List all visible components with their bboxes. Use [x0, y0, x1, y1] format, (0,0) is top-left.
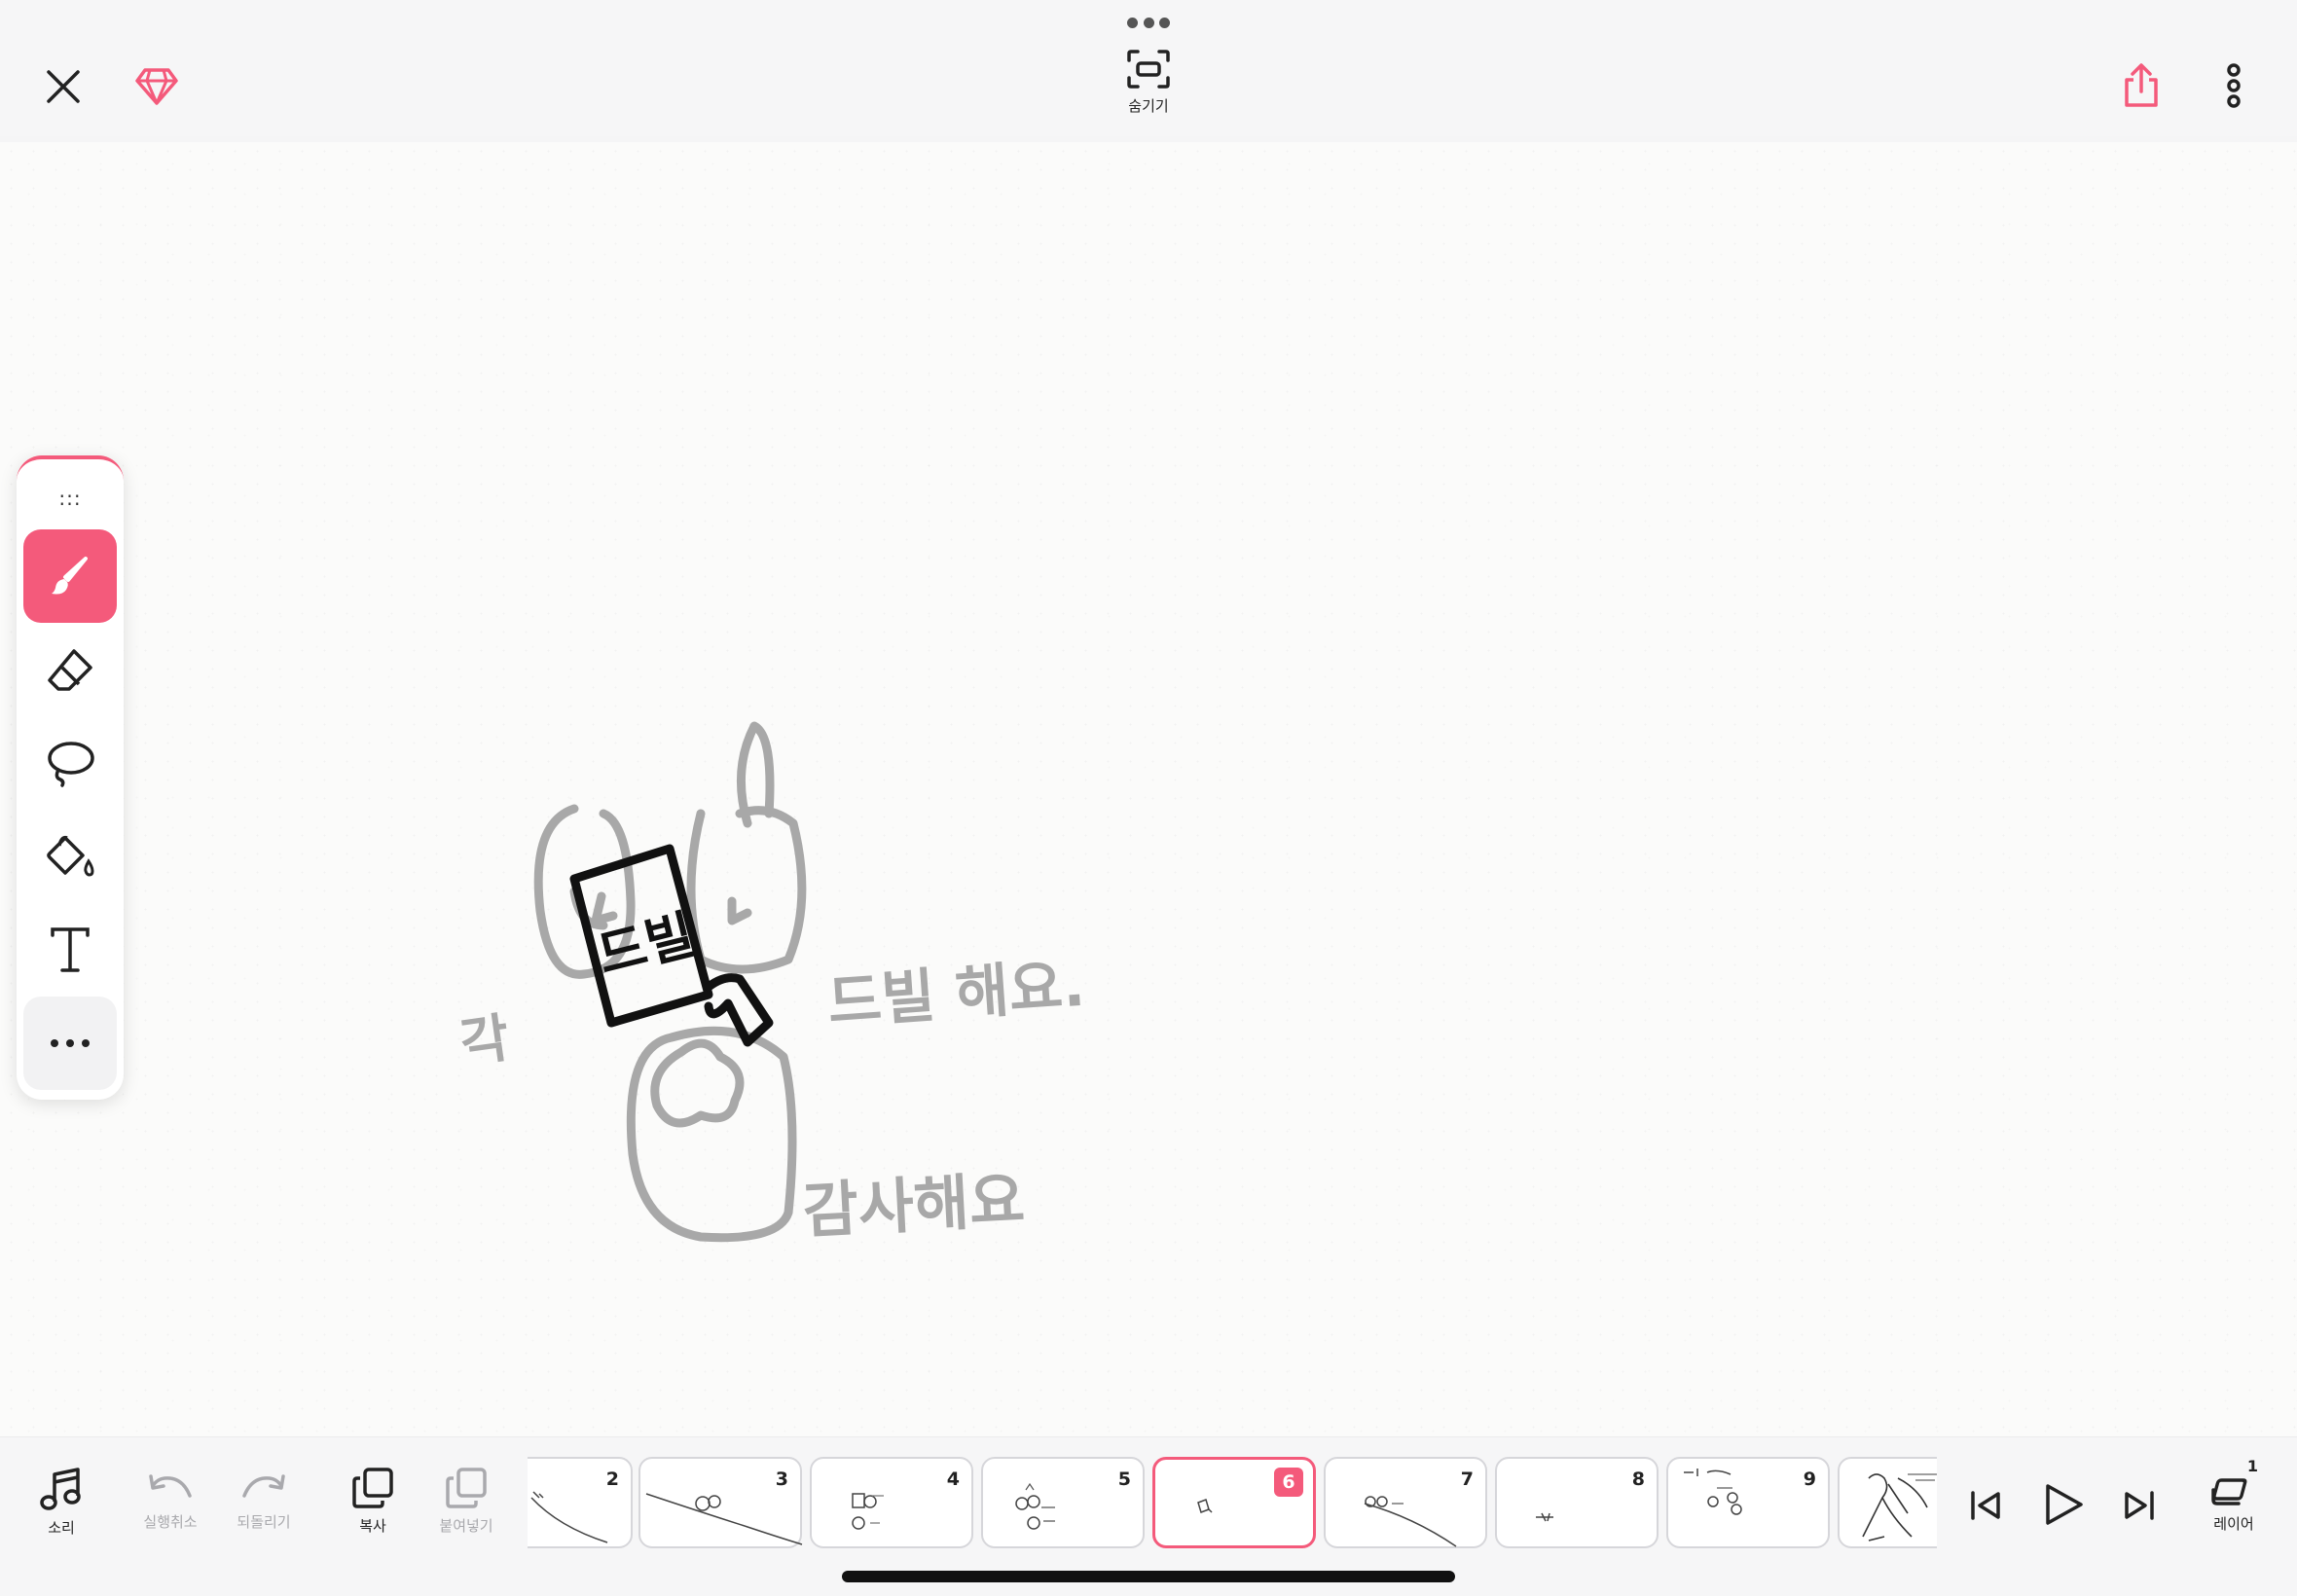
frame-thumbnail[interactable]: 3 [638, 1457, 803, 1548]
onion-skin-drawing [533, 721, 807, 1243]
first-frame-button[interactable] [1964, 1480, 2007, 1531]
play-button[interactable] [2036, 1472, 2091, 1537]
hide-ui-label: 숨기기 [1128, 97, 1169, 115]
drawing-canvas[interactable]: 각 드빌 해요. 감사해요 드빌 [0, 142, 2297, 1436]
more-options-button[interactable] [2209, 58, 2258, 113]
text-icon [51, 927, 90, 972]
svg-text:감사해요: 감사해요 [801, 1164, 1027, 1247]
home-indicator [842, 1571, 1455, 1582]
flipaclip-app: 숨기기 각 드빌 해요. 감사해요 드빌::: 소리 실행취소 되돌리기 복사… [0, 0, 2297, 1596]
brush-icon [52, 557, 88, 595]
undo-label: 실행취소 [143, 1513, 198, 1531]
top-bar: 숨기기 [0, 0, 2297, 136]
lasso-icon [48, 742, 94, 787]
vertical-dots-icon [2227, 63, 2241, 108]
lasso-tool-button[interactable] [23, 716, 117, 810]
frame-thumbnail[interactable]: 8 [1495, 1457, 1659, 1548]
share-icon [2125, 63, 2158, 107]
paint-bucket-icon [47, 835, 94, 877]
frame-thumbnail[interactable]: 5 [981, 1457, 1145, 1548]
copy-icon [352, 1468, 393, 1508]
layers-icon-wrap: 1 [2209, 1457, 2258, 1507]
frame-thumbnail[interactable]: 9 [1666, 1457, 1830, 1548]
copy-frame-button[interactable]: 복사 [329, 1467, 417, 1544]
frame-thumbnail[interactable]: 4 [810, 1457, 973, 1548]
frame-number: 6 [1274, 1468, 1303, 1497]
frame-number: 3 [775, 1469, 788, 1490]
frame-thumbnail[interactable]: 7 [1324, 1457, 1487, 1548]
fill-tool-button[interactable] [23, 810, 117, 903]
frame-number: 7 [1460, 1469, 1474, 1490]
hide-ui-button[interactable]: 숨기기 [1100, 49, 1197, 127]
frame-number: 5 [1117, 1469, 1131, 1490]
redo-icon [242, 1474, 285, 1498]
redo-label: 되돌리기 [237, 1513, 291, 1531]
share-button[interactable] [2116, 58, 2167, 113]
horizontal-dots-icon [51, 1039, 90, 1047]
layers-button[interactable]: 1 레이어 [2190, 1457, 2278, 1541]
text-tool-button[interactable] [23, 903, 117, 997]
music-note-icon [40, 1468, 81, 1510]
frame-thumbnail[interactable]: 2 [528, 1457, 633, 1548]
canvas-drawing: 각 드빌 해요. 감사해요 드빌 [456, 721, 1087, 1247]
paste-label: 붙여넣기 [439, 1517, 493, 1535]
close-button[interactable] [39, 62, 88, 111]
frame-number: 4 [946, 1469, 960, 1490]
redo-button[interactable]: 되돌리기 [220, 1467, 308, 1544]
sound-button[interactable]: 소리 [18, 1467, 105, 1544]
sound-label: 소리 [48, 1519, 75, 1537]
copy-label: 복사 [359, 1517, 386, 1535]
frame-strip[interactable]: 2 3 4 5 6 7 8 9 [528, 1457, 1937, 1554]
frame-number: 9 [1803, 1469, 1816, 1490]
undo-icon [149, 1474, 192, 1498]
paste-icon [446, 1468, 487, 1508]
close-icon [47, 70, 80, 103]
window-drag-handle[interactable] [1127, 16, 1170, 29]
layers-label: 레이어 [2213, 1515, 2254, 1533]
last-frame-button[interactable] [2118, 1480, 2161, 1531]
onion-skin-text: 각 드빌 해요. 감사해요 [456, 952, 1087, 1247]
frame-thumbnail-sketch [1862, 1473, 1937, 1542]
tool-panel-drag-handle[interactable]: ::: [54, 489, 87, 508]
eraser-icon [48, 649, 92, 691]
frame-number: 8 [1631, 1469, 1645, 1490]
paste-frame-button[interactable]: 붙여넣기 [422, 1467, 510, 1544]
svg-text:드빌 해요.: 드빌 해요. [825, 952, 1087, 1037]
skip-forward-icon [2125, 1491, 2154, 1520]
frame-thumbnail-current[interactable]: 6 [1152, 1457, 1316, 1548]
fullscreen-icon [1127, 50, 1170, 89]
eraser-tool-button[interactable] [23, 623, 117, 716]
frame-number: 2 [605, 1469, 619, 1490]
more-tools-button[interactable] [23, 997, 117, 1090]
svg-text:각: 각 [456, 1007, 513, 1074]
skip-back-icon [1971, 1491, 2000, 1520]
diamond-icon [135, 68, 178, 105]
undo-button[interactable]: 실행취소 [127, 1467, 214, 1544]
layer-count-badge: 1 [2246, 1457, 2258, 1475]
tool-panel: ::: [17, 455, 124, 1100]
brush-tool-button[interactable] [23, 529, 117, 623]
premium-button[interactable] [130, 60, 183, 113]
frame-thumbnail[interactable] [1838, 1457, 1937, 1548]
play-icon [2046, 1484, 2083, 1525]
